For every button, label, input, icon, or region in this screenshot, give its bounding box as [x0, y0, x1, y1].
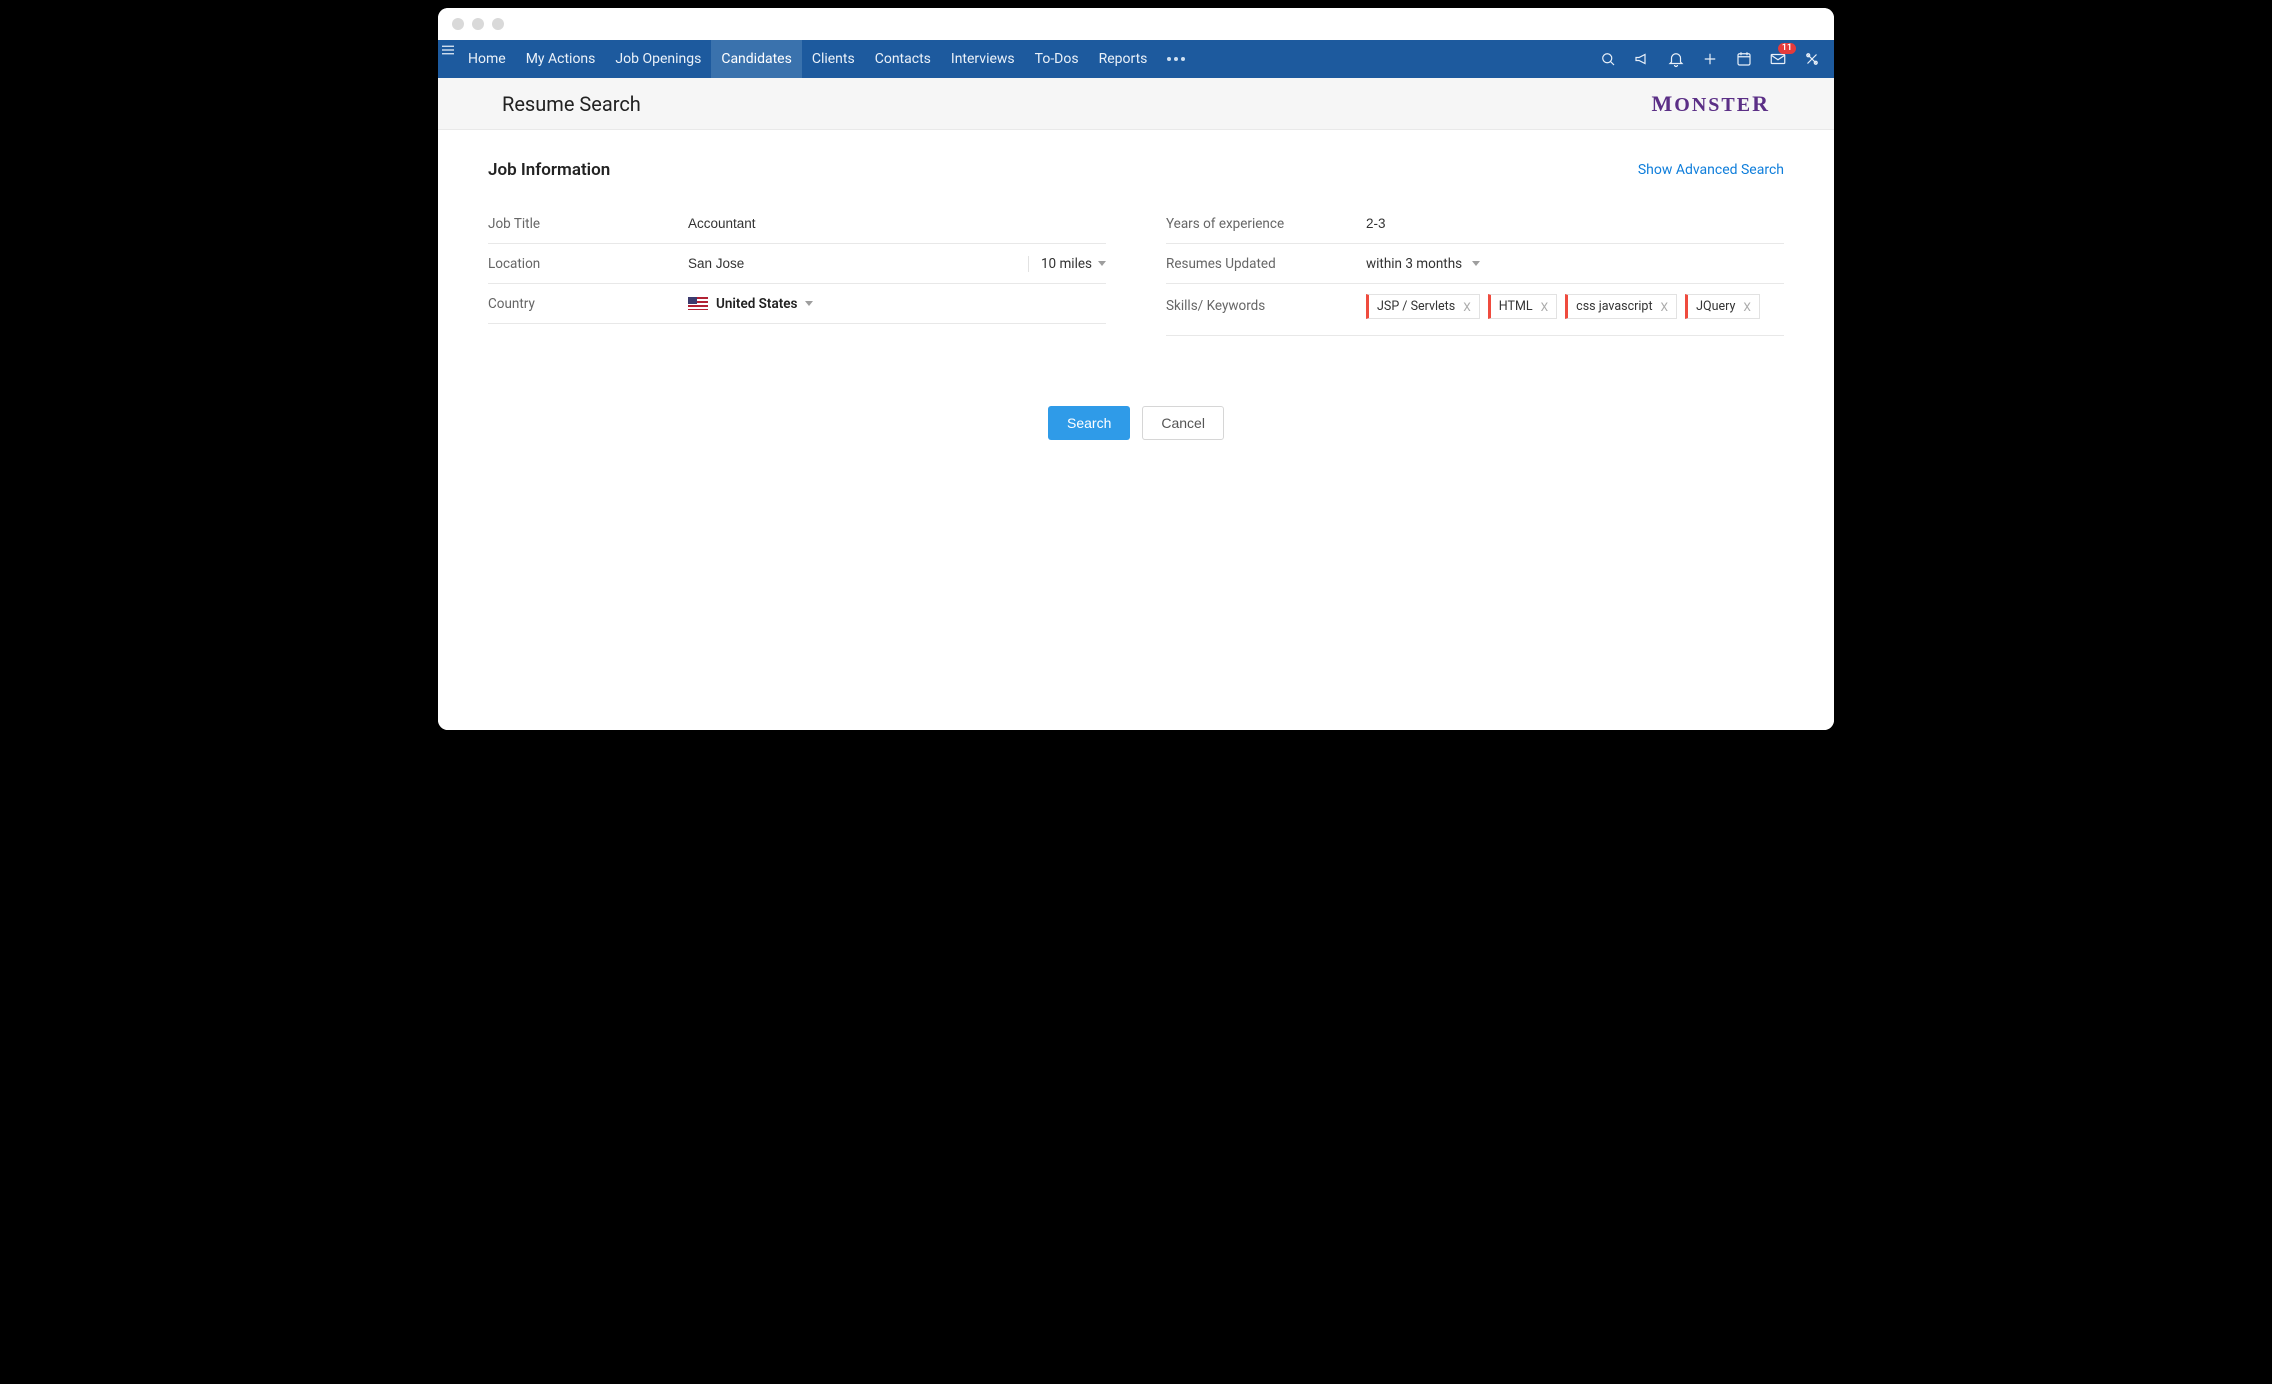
nav-item-reports[interactable]: Reports [1089, 40, 1158, 78]
skill-tag-label: HTML [1499, 299, 1533, 314]
skill-tag[interactable]: css javascript X [1565, 294, 1677, 319]
top-nav-right: 11 [1598, 49, 1822, 69]
button-row: Search Cancel [488, 406, 1784, 440]
window-max-dot[interactable] [492, 18, 504, 30]
nav-item-home[interactable]: Home [458, 40, 516, 78]
subheader: Resume Search MONSTER [438, 78, 1834, 130]
skill-tag-label: css javascript [1576, 299, 1652, 314]
resumes-updated-label: Resumes Updated [1166, 256, 1366, 272]
remove-tag-icon[interactable]: X [1743, 300, 1751, 314]
chevron-down-icon [1472, 261, 1480, 266]
tools-icon[interactable] [1802, 49, 1822, 69]
megaphone-icon[interactable] [1632, 49, 1652, 69]
browser-frame: HomeMy ActionsJob OpeningsCandidatesClie… [438, 8, 1834, 730]
mail-badge: 11 [1778, 43, 1796, 54]
years-row: Years of experience [1166, 204, 1784, 244]
country-row: Country United States [488, 284, 1106, 324]
left-column: Job Title Location 10 miles [488, 204, 1106, 336]
country-label: Country [488, 296, 688, 312]
cancel-button[interactable]: Cancel [1142, 406, 1224, 440]
section-title: Job Information [488, 160, 610, 180]
nav-more-button[interactable] [1157, 40, 1195, 78]
years-input[interactable] [1366, 210, 1784, 237]
nav-items: HomeMy ActionsJob OpeningsCandidatesClie… [458, 40, 1157, 78]
more-icon [1167, 57, 1185, 61]
distance-select[interactable]: 10 miles [1028, 256, 1106, 272]
nav-item-job-openings[interactable]: Job Openings [605, 40, 711, 78]
chevron-down-icon [805, 301, 813, 306]
skills-row: Skills/ Keywords JSP / Servlets X HTML Xcss… [1166, 284, 1784, 336]
remove-tag-icon[interactable]: X [1541, 300, 1549, 314]
location-label: Location [488, 256, 688, 272]
skill-tag[interactable]: JSP / Servlets X [1366, 294, 1480, 319]
bell-icon[interactable] [1666, 49, 1686, 69]
section-header: Job Information Show Advanced Search [488, 160, 1784, 180]
page-title: Resume Search [502, 92, 641, 116]
calendar-icon[interactable] [1734, 49, 1754, 69]
skill-tag-label: JQuery [1696, 299, 1735, 314]
skills-label: Skills/ Keywords [1166, 288, 1366, 314]
window-min-dot[interactable] [472, 18, 484, 30]
location-row: Location 10 miles [488, 244, 1106, 284]
nav-item-contacts[interactable]: Contacts [865, 40, 941, 78]
resumes-updated-select[interactable]: within 3 months [1366, 256, 1480, 272]
right-column: Years of experience Resumes Updated with… [1166, 204, 1784, 336]
remove-tag-icon[interactable]: X [1661, 300, 1669, 314]
mail-icon[interactable]: 11 [1768, 49, 1788, 69]
search-button[interactable]: Search [1048, 406, 1130, 440]
skills-tags[interactable]: JSP / ServletsXHTMLXcss javascriptXJQuer… [1366, 288, 1760, 325]
nav-item-my-actions[interactable]: My Actions [516, 40, 606, 78]
job-title-row: Job Title [488, 204, 1106, 244]
job-title-label: Job Title [488, 216, 688, 232]
browser-titlebar [438, 8, 1834, 40]
resumes-updated-row: Resumes Updated within 3 months [1166, 244, 1784, 284]
search-icon[interactable] [1598, 49, 1618, 69]
resumes-updated-value: within 3 months [1366, 256, 1462, 272]
skill-tag[interactable]: HTML X [1488, 294, 1557, 319]
remove-tag-icon[interactable]: X [1463, 300, 1471, 314]
nav-item-clients[interactable]: Clients [802, 40, 865, 78]
chevron-down-icon [1098, 261, 1106, 266]
country-value: United States [716, 296, 797, 312]
advanced-search-link[interactable]: Show Advanced Search [1638, 162, 1784, 178]
hamburger-icon[interactable] [438, 40, 458, 60]
country-select[interactable]: United States [688, 296, 813, 312]
top-nav: HomeMy ActionsJob OpeningsCandidatesClie… [438, 40, 1834, 78]
top-nav-left: HomeMy ActionsJob OpeningsCandidatesClie… [438, 40, 1195, 78]
brand-logo: MONSTER [1652, 91, 1770, 117]
content-area: Job Information Show Advanced Search Job… [438, 130, 1834, 730]
years-label: Years of experience [1166, 216, 1366, 232]
skill-tag-label: JSP / Servlets [1377, 299, 1455, 314]
us-flag-icon [688, 297, 708, 310]
distance-value: 10 miles [1041, 256, 1092, 272]
skill-tag[interactable]: JQuery X [1685, 294, 1760, 319]
nav-item-candidates[interactable]: Candidates [711, 40, 802, 78]
nav-item-to-dos[interactable]: To-Dos [1025, 40, 1089, 78]
job-title-input[interactable] [688, 210, 1106, 237]
nav-item-interviews[interactable]: Interviews [941, 40, 1025, 78]
plus-icon[interactable] [1700, 49, 1720, 69]
window-close-dot[interactable] [452, 18, 464, 30]
form-columns: Job Title Location 10 miles [488, 204, 1784, 336]
location-input[interactable] [688, 250, 1020, 277]
